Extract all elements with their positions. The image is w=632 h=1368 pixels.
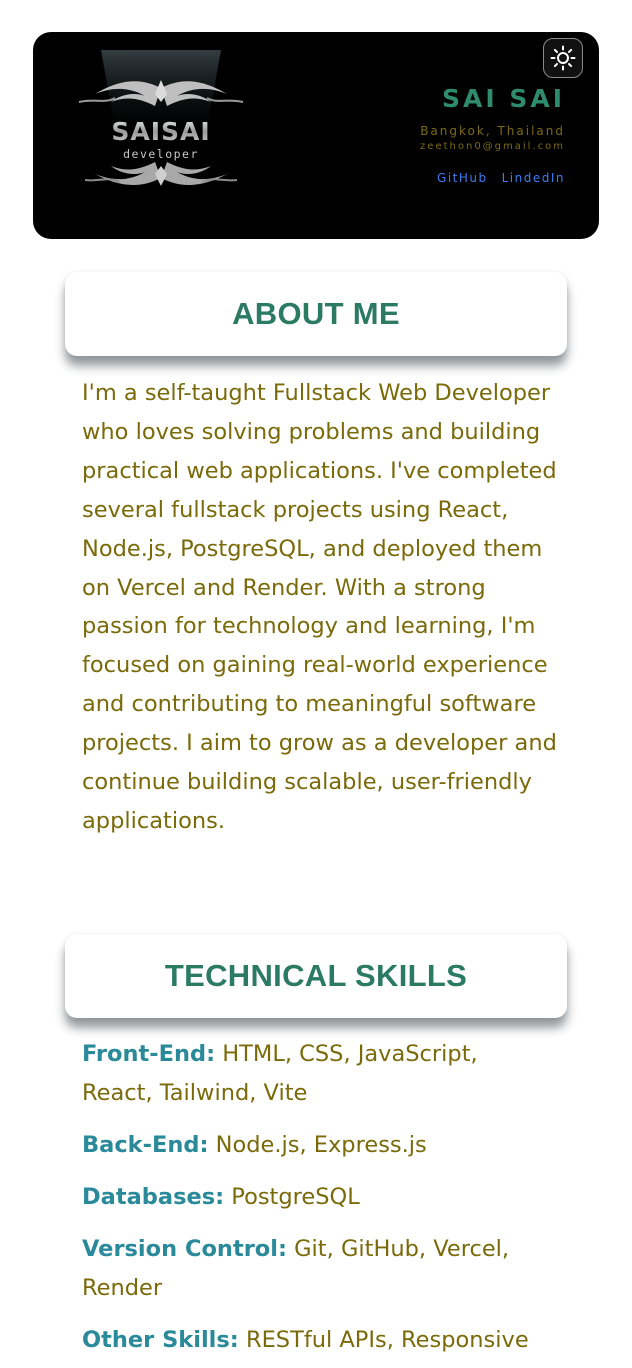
skill-value: Node.js, Express.js	[215, 1132, 427, 1158]
linkedin-link[interactable]: LindedIn	[502, 171, 565, 185]
skill-value: PostgreSQL	[231, 1184, 360, 1210]
portfolio-page: SAISAI developer SAI SAI Bangkok, Thaila…	[0, 0, 632, 1368]
about-body: I'm a self-taught Fullstack Web Develope…	[82, 380, 557, 834]
logo-subtext: developer	[123, 147, 199, 161]
skill-value: RESTful APIs, Responsive	[245, 1327, 529, 1353]
skill-item-other: Other Skills: RESTful APIs, Responsive	[82, 1321, 552, 1360]
profile-header-card: SAISAI developer SAI SAI Bangkok, Thaila…	[33, 32, 599, 239]
theme-toggle-button[interactable]	[543, 38, 583, 78]
skills-section-header: TECHNICAL SKILLS	[65, 934, 567, 1018]
skill-item-frontend: Front-End: HTML, CSS, JavaScript, React,…	[82, 1035, 552, 1113]
skill-item-version-control: Version Control: Git, GitHub, Vercel, Re…	[82, 1230, 552, 1308]
saisai-logo: SAISAI developer	[75, 50, 247, 200]
skills-title: TECHNICAL SKILLS	[164, 958, 468, 993]
skills-list: Front-End: HTML, CSS, JavaScript, React,…	[82, 1035, 552, 1368]
profile-name: SAI SAI	[441, 84, 565, 113]
skill-label: Databases:	[82, 1184, 225, 1210]
skill-label: Front-End:	[82, 1041, 216, 1067]
skill-item-databases: Databases: PostgreSQL	[82, 1178, 552, 1217]
social-links: GitHub LindedIn	[420, 171, 565, 185]
profile-email: zeethon0@gmail.com	[420, 141, 565, 152]
logo-text: SAISAI	[111, 117, 210, 146]
profile-location: Bangkok, Thailand	[420, 124, 565, 138]
sun-icon	[550, 45, 576, 71]
profile-info: SAI SAI Bangkok, Thailand zeethon0@gmail…	[420, 84, 565, 185]
about-section-header: ABOUT ME	[65, 272, 567, 356]
skill-label: Back-End:	[82, 1132, 209, 1158]
github-link[interactable]: GitHub	[437, 171, 488, 185]
skill-item-backend: Back-End: Node.js, Express.js	[82, 1126, 552, 1165]
skill-label: Other Skills:	[82, 1327, 239, 1353]
skill-label: Version Control:	[82, 1236, 287, 1262]
about-title: ABOUT ME	[232, 296, 400, 331]
